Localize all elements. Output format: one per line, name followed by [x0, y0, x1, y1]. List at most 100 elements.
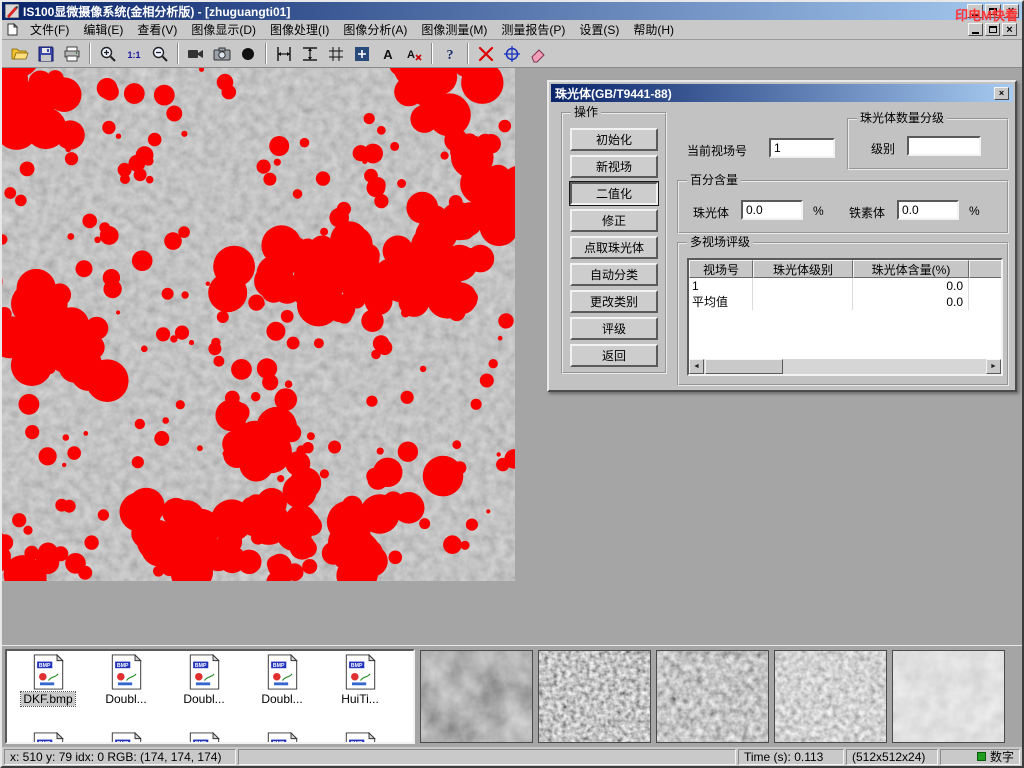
toolbar-button-crosshair-blue[interactable] [499, 41, 525, 66]
camera-status-icon [977, 752, 986, 761]
toolbar-button-help[interactable]: ? [437, 41, 463, 66]
toolbar-separator [265, 43, 267, 64]
toolbar-button-text-label[interactable]: A [375, 41, 401, 66]
grading-group: 珠光体数量分级 级别 [847, 118, 1009, 170]
bmp-file-icon: BMP [32, 654, 65, 690]
menu-item-6[interactable]: 图像测量(M) [414, 18, 494, 41]
menu-item-3[interactable]: 图像显示(D) [184, 18, 263, 41]
file-item-partial[interactable]: BMP [87, 732, 165, 744]
file-item[interactable]: BMPHuiTi... [321, 654, 399, 732]
menu-item-9[interactable]: 帮助(H) [626, 18, 681, 41]
column-header-3[interactable]: 铁素体 [969, 260, 1003, 278]
table-horizontal-scrollbar[interactable]: ◄ ► [689, 359, 1001, 374]
mdi-close-button[interactable]: × [1002, 23, 1017, 36]
table-row-1[interactable]: 平均值0.0 [689, 294, 1003, 310]
column-header-0[interactable]: 视场号 [689, 260, 753, 278]
file-item-partial[interactable]: BMP [165, 732, 243, 744]
target-dot-icon [238, 44, 258, 64]
menu-items: 文件(F)编辑(E)查看(V)图像显示(D)图像处理(I)图像分析(A)图像测量… [23, 18, 681, 41]
toolbar-button-video-camera[interactable] [183, 41, 209, 66]
file-list[interactable]: BMPDKF.bmpBMPDoubl...BMPDoubl...BMPDoubl… [5, 649, 415, 744]
ferrite-label: 铁素体 [849, 204, 885, 221]
menu-item-4[interactable]: 图像处理(I) [263, 18, 336, 41]
ferrite-percent-input[interactable] [897, 200, 959, 220]
status-mode: 数字 [940, 749, 1020, 765]
scrollbar-thumb[interactable] [705, 359, 783, 374]
image-thumbnail-3[interactable] [774, 650, 887, 743]
toolbar-button-open[interactable] [7, 41, 33, 66]
status-position: x: 510 y: 79 idx: 0 RGB: (174, 174, 174) [4, 749, 236, 765]
column-header-1[interactable]: 珠光体级别 [753, 260, 853, 278]
ferrite-unit: % [969, 204, 980, 218]
op-button-6[interactable]: 更改类别 [570, 290, 658, 313]
toolbar-button-zoom-in[interactable] [95, 41, 121, 66]
bmp-file-icon: BMP [266, 654, 299, 690]
menu-item-7[interactable]: 测量报告(P) [494, 18, 572, 41]
scroll-right-icon[interactable]: ► [986, 359, 1001, 374]
image-thumbnail-1[interactable] [538, 650, 651, 743]
toolbar-button-save[interactable] [33, 41, 59, 66]
menu-item-0[interactable]: 文件(F) [23, 18, 76, 41]
file-item[interactable]: BMPDoubl... [87, 654, 165, 732]
mdi-minimize-button[interactable] [968, 23, 983, 36]
close-button[interactable]: × [1003, 4, 1019, 18]
maximize-button[interactable] [985, 4, 1001, 18]
toolbar-button-text-delete[interactable]: A [401, 41, 427, 66]
current-field-input[interactable] [769, 138, 835, 158]
image-thumbnail-2[interactable] [656, 650, 769, 743]
op-button-3[interactable]: 修正 [570, 209, 658, 232]
table-cell: 0.0 [853, 294, 969, 310]
rating-table[interactable]: 视场号珠光体级别珠光体含量(%)铁素体10.0平均值0.0 ◄ ► [687, 258, 1003, 376]
toolbar: 1:1 AA? [2, 40, 1022, 68]
toolbar-separator [467, 43, 469, 64]
dialog-body: 操作 初始化新视场二值化修正点取珠光体自动分类更改类别评级返回 当前视场号 珠光… [551, 102, 1013, 388]
toolbar-button-cut-red[interactable] [473, 41, 499, 66]
op-button-4[interactable]: 点取珠光体 [570, 236, 658, 259]
image-thumbnail-4[interactable] [892, 650, 1005, 743]
op-button-5[interactable]: 自动分类 [570, 263, 658, 286]
rating-group-title: 多视场评级 [687, 236, 753, 249]
op-button-2[interactable]: 二值化 [570, 182, 658, 205]
op-button-0[interactable]: 初始化 [570, 128, 658, 151]
menu-item-5[interactable]: 图像分析(A) [336, 18, 414, 41]
metallograph-image[interactable] [2, 68, 515, 581]
text-delete-icon: A [404, 44, 424, 64]
table-row-0[interactable]: 10.0 [689, 278, 1003, 294]
toolbar-button-target-dot[interactable] [235, 41, 261, 66]
toolbar-button-counter[interactable] [349, 41, 375, 66]
column-header-2[interactable]: 珠光体含量(%) [853, 260, 969, 278]
op-button-7[interactable]: 评级 [570, 317, 658, 340]
file-item[interactable]: BMPDoubl... [243, 654, 321, 732]
toolbar-button-eraser[interactable] [525, 41, 551, 66]
toolbar-button-snapshot[interactable] [209, 41, 235, 66]
file-item[interactable]: BMPDoubl... [165, 654, 243, 732]
toolbar-button-measure-height[interactable] [297, 41, 323, 66]
mdi-window-controls: × [966, 23, 1017, 36]
file-item-partial[interactable]: BMP [9, 732, 87, 744]
menu-item-2[interactable]: 查看(V) [130, 18, 184, 41]
image-thumbnail-0[interactable] [420, 650, 533, 743]
dialog-close-button[interactable]: × [994, 87, 1009, 100]
scroll-left-icon[interactable]: ◄ [689, 359, 704, 374]
svg-text:A: A [407, 49, 415, 61]
file-item-partial[interactable]: BMP [243, 732, 321, 744]
snapshot-icon [212, 44, 232, 64]
toolbar-button-actual-size[interactable]: 1:1 [121, 41, 147, 66]
bmp-file-icon: BMP [32, 732, 65, 744]
toolbar-button-print[interactable] [59, 41, 85, 66]
toolbar-button-measure-width[interactable] [271, 41, 297, 66]
file-item-partial[interactable]: BMP [321, 732, 399, 744]
toolbar-button-measure-grid[interactable] [323, 41, 349, 66]
table-cell [969, 294, 1003, 310]
op-button-8[interactable]: 返回 [570, 344, 658, 367]
dialog-title-bar[interactable]: 珠光体(GB/T9441-88) × [551, 84, 1013, 102]
op-button-1[interactable]: 新视场 [570, 155, 658, 178]
mdi-restore-button[interactable] [985, 23, 1000, 36]
file-item[interactable]: BMPDKF.bmp [9, 654, 87, 732]
menu-item-8[interactable]: 设置(S) [572, 18, 626, 41]
toolbar-button-zoom-out[interactable] [147, 41, 173, 66]
level-input[interactable] [907, 136, 981, 156]
menu-item-1[interactable]: 编辑(E) [76, 18, 130, 41]
minimize-button[interactable] [967, 4, 983, 18]
pearlite-percent-input[interactable] [741, 200, 803, 220]
